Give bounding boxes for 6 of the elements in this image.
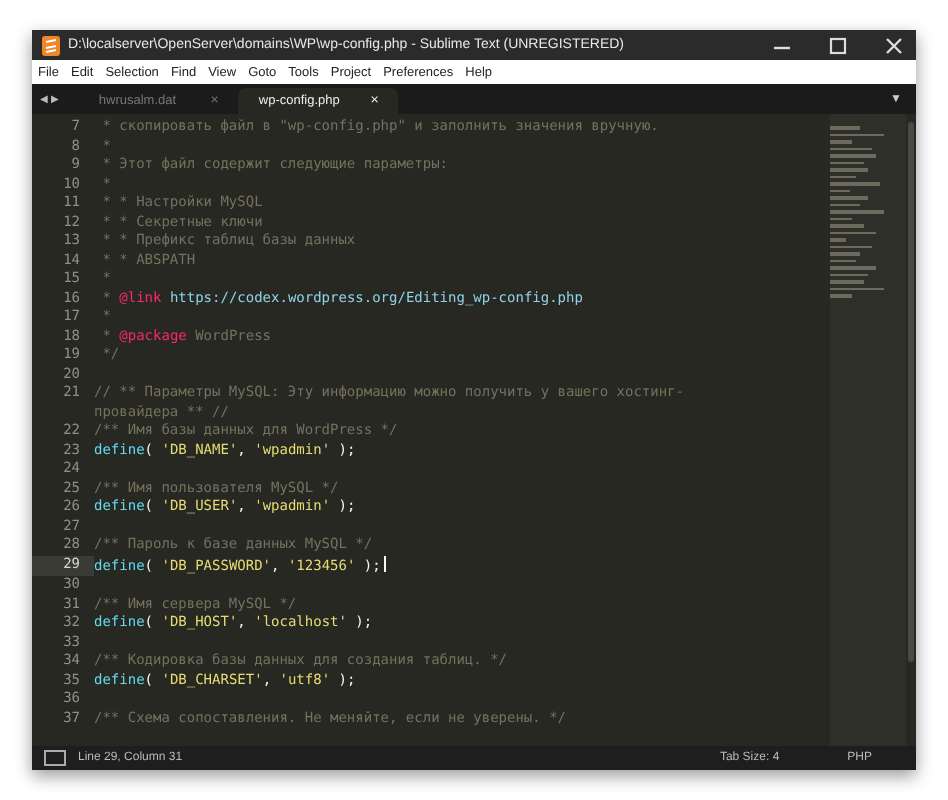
panel-toggle-icon[interactable] xyxy=(44,750,66,766)
close-icon[interactable] xyxy=(884,35,904,55)
text-cursor xyxy=(384,555,387,571)
scrollbar[interactable] xyxy=(906,114,916,746)
app-logo-icon xyxy=(42,35,60,55)
maximize-icon[interactable] xyxy=(828,35,848,55)
